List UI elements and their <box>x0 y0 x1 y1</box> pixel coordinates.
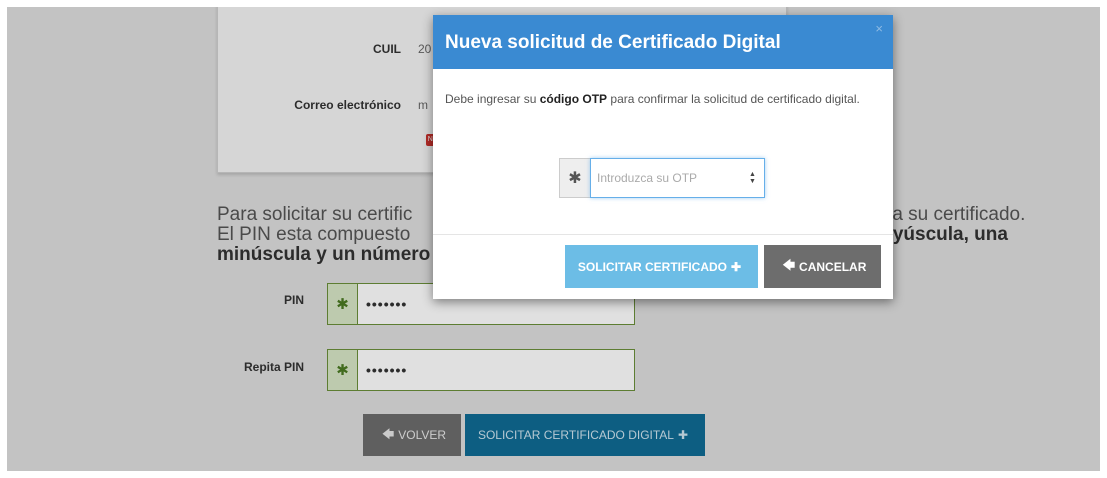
number-spinner-icon[interactable]: ▲ ▼ <box>749 171 756 185</box>
arrow-left-icon: 🡄 <box>381 426 395 441</box>
pin-value: ••••••• <box>366 296 408 312</box>
back-button[interactable]: 🡄 VOLVER <box>363 414 461 456</box>
request-certificate-label: SOLICITAR CERTIFICADO DIGITAL <box>477 428 674 442</box>
cuil-label: CUIL <box>373 42 401 56</box>
instructions-line3: minúscula y un número <box>217 244 431 265</box>
instructions-line2-end: ayúscula, una <box>882 224 1008 245</box>
asterisk-icon: ✱ <box>559 158 590 198</box>
otp-input[interactable] <box>591 159 764 197</box>
solicitar-certificado-label: SOLICITAR CERTIFICADO <box>577 259 728 274</box>
repeat-pin-field[interactable]: ✱ ••••••• <box>327 349 635 391</box>
request-certificate-button[interactable]: SOLICITAR CERTIFICADO DIGITAL ✚ <box>465 414 705 456</box>
modal-divider <box>433 234 893 235</box>
cancel-button[interactable]: 🡄 CANCELAR <box>764 245 881 288</box>
repeat-pin-value: ••••••• <box>366 362 408 378</box>
modal-message-bold: código OTP <box>539 92 608 106</box>
modal-header: Nueva solicitud de Certificado Digital × <box>433 15 893 69</box>
arrow-left-icon: 🡄 <box>782 258 796 272</box>
asterisk-icon: ✱ <box>328 350 358 390</box>
instructions-line2-start: El PIN esta compuesto <box>217 224 411 245</box>
page-background: CUIL 20 Correo electrónico m NO Para sol… <box>7 7 1100 471</box>
email-label: Correo electrónico <box>294 98 401 112</box>
close-icon[interactable]: × <box>875 21 883 36</box>
instructions-line1-start: Para solicitar su certific <box>217 204 413 225</box>
back-button-label: VOLVER <box>398 428 447 442</box>
modal-message: Debe ingresar su código OTP para confirm… <box>445 89 881 109</box>
otp-modal: Nueva solicitud de Certificado Digital ×… <box>433 15 893 299</box>
plus-icon: ✚ <box>731 259 742 274</box>
repeat-pin-label: Repita PIN <box>243 360 304 374</box>
plus-icon: ✚ <box>677 428 689 442</box>
email-value: m <box>418 98 428 112</box>
asterisk-icon: ✱ <box>328 284 358 324</box>
modal-message-start: Debe ingresar su <box>445 92 540 106</box>
cancel-button-label: CANCELAR <box>799 259 867 274</box>
cuil-value: 20 <box>418 42 432 56</box>
otp-input-wrapper: ▲▼ <box>590 158 765 198</box>
modal-message-end: para confirmar la solicitud de certifica… <box>607 92 860 106</box>
pin-label: PIN <box>283 293 304 307</box>
modal-title: Nueva solicitud de Certificado Digital <box>445 32 781 53</box>
otp-field-group: ✱ ▲▼ <box>559 158 765 198</box>
solicitar-certificado-button[interactable]: SOLICITAR CERTIFICADO ✚ <box>565 245 758 288</box>
